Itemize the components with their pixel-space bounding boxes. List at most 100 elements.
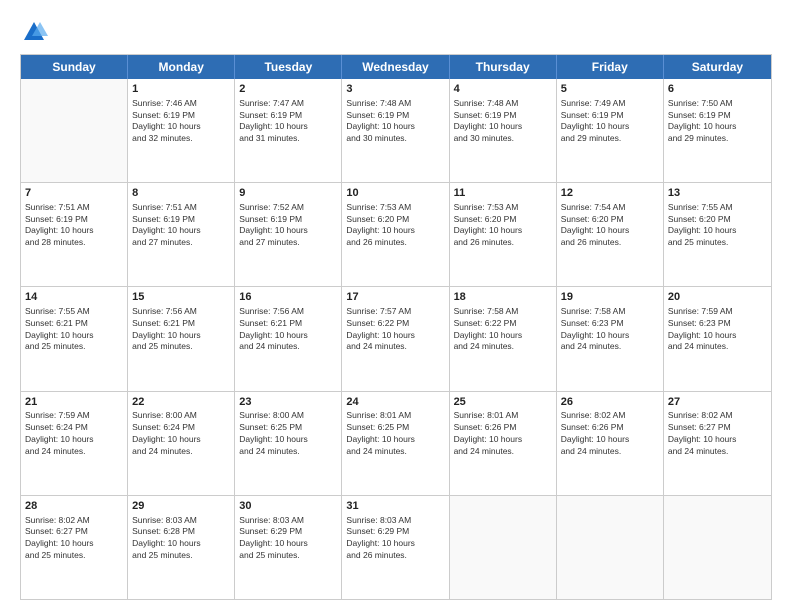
day-number: 8 (132, 186, 230, 201)
header (20, 18, 772, 46)
cell-info: Sunrise: 7:50 AM Sunset: 6:19 PM Dayligh… (668, 98, 767, 145)
day-number: 1 (132, 82, 230, 97)
weekday-header-friday: Friday (557, 55, 664, 79)
cal-cell: 29Sunrise: 8:03 AM Sunset: 6:28 PM Dayli… (128, 496, 235, 599)
cell-info: Sunrise: 8:01 AM Sunset: 6:26 PM Dayligh… (454, 410, 552, 457)
cal-cell: 17Sunrise: 7:57 AM Sunset: 6:22 PM Dayli… (342, 287, 449, 390)
cal-cell (450, 496, 557, 599)
cal-row-1: 7Sunrise: 7:51 AM Sunset: 6:19 PM Daylig… (21, 182, 771, 286)
cell-info: Sunrise: 7:58 AM Sunset: 6:22 PM Dayligh… (454, 306, 552, 353)
day-number: 24 (346, 395, 444, 410)
cell-info: Sunrise: 7:56 AM Sunset: 6:21 PM Dayligh… (239, 306, 337, 353)
cal-cell: 18Sunrise: 7:58 AM Sunset: 6:22 PM Dayli… (450, 287, 557, 390)
day-number: 15 (132, 290, 230, 305)
weekday-header-saturday: Saturday (664, 55, 771, 79)
day-number: 6 (668, 82, 767, 97)
day-number: 13 (668, 186, 767, 201)
cell-info: Sunrise: 8:02 AM Sunset: 6:27 PM Dayligh… (668, 410, 767, 457)
day-number: 30 (239, 499, 337, 514)
weekday-header-wednesday: Wednesday (342, 55, 449, 79)
day-number: 3 (346, 82, 444, 97)
day-number: 31 (346, 499, 444, 514)
cal-cell: 31Sunrise: 8:03 AM Sunset: 6:29 PM Dayli… (342, 496, 449, 599)
cal-row-4: 28Sunrise: 8:02 AM Sunset: 6:27 PM Dayli… (21, 495, 771, 599)
weekday-header-sunday: Sunday (21, 55, 128, 79)
day-number: 2 (239, 82, 337, 97)
weekday-header-tuesday: Tuesday (235, 55, 342, 79)
day-number: 17 (346, 290, 444, 305)
cell-info: Sunrise: 8:02 AM Sunset: 6:27 PM Dayligh… (25, 515, 123, 562)
cell-info: Sunrise: 7:53 AM Sunset: 6:20 PM Dayligh… (346, 202, 444, 249)
day-number: 21 (25, 395, 123, 410)
cal-cell: 11Sunrise: 7:53 AM Sunset: 6:20 PM Dayli… (450, 183, 557, 286)
cal-cell: 27Sunrise: 8:02 AM Sunset: 6:27 PM Dayli… (664, 392, 771, 495)
logo-icon (20, 18, 48, 46)
cal-cell: 3Sunrise: 7:48 AM Sunset: 6:19 PM Daylig… (342, 79, 449, 182)
cell-info: Sunrise: 7:47 AM Sunset: 6:19 PM Dayligh… (239, 98, 337, 145)
cal-cell: 16Sunrise: 7:56 AM Sunset: 6:21 PM Dayli… (235, 287, 342, 390)
cell-info: Sunrise: 7:48 AM Sunset: 6:19 PM Dayligh… (346, 98, 444, 145)
cell-info: Sunrise: 7:59 AM Sunset: 6:24 PM Dayligh… (25, 410, 123, 457)
day-number: 25 (454, 395, 552, 410)
cell-info: Sunrise: 8:03 AM Sunset: 6:29 PM Dayligh… (346, 515, 444, 562)
cell-info: Sunrise: 7:51 AM Sunset: 6:19 PM Dayligh… (132, 202, 230, 249)
calendar-header: SundayMondayTuesdayWednesdayThursdayFrid… (21, 55, 771, 79)
day-number: 18 (454, 290, 552, 305)
cal-cell: 10Sunrise: 7:53 AM Sunset: 6:20 PM Dayli… (342, 183, 449, 286)
cal-cell (557, 496, 664, 599)
cal-row-3: 21Sunrise: 7:59 AM Sunset: 6:24 PM Dayli… (21, 391, 771, 495)
cell-info: Sunrise: 7:49 AM Sunset: 6:19 PM Dayligh… (561, 98, 659, 145)
cell-info: Sunrise: 7:54 AM Sunset: 6:20 PM Dayligh… (561, 202, 659, 249)
weekday-header-monday: Monday (128, 55, 235, 79)
day-number: 5 (561, 82, 659, 97)
cal-cell: 26Sunrise: 8:02 AM Sunset: 6:26 PM Dayli… (557, 392, 664, 495)
cell-info: Sunrise: 7:58 AM Sunset: 6:23 PM Dayligh… (561, 306, 659, 353)
cal-cell (21, 79, 128, 182)
cell-info: Sunrise: 7:55 AM Sunset: 6:21 PM Dayligh… (25, 306, 123, 353)
calendar-body: 1Sunrise: 7:46 AM Sunset: 6:19 PM Daylig… (21, 79, 771, 599)
cell-info: Sunrise: 7:46 AM Sunset: 6:19 PM Dayligh… (132, 98, 230, 145)
day-number: 22 (132, 395, 230, 410)
cell-info: Sunrise: 7:57 AM Sunset: 6:22 PM Dayligh… (346, 306, 444, 353)
cal-cell: 6Sunrise: 7:50 AM Sunset: 6:19 PM Daylig… (664, 79, 771, 182)
cal-row-0: 1Sunrise: 7:46 AM Sunset: 6:19 PM Daylig… (21, 79, 771, 182)
day-number: 4 (454, 82, 552, 97)
cell-info: Sunrise: 8:03 AM Sunset: 6:28 PM Dayligh… (132, 515, 230, 562)
cell-info: Sunrise: 8:00 AM Sunset: 6:25 PM Dayligh… (239, 410, 337, 457)
cell-info: Sunrise: 8:00 AM Sunset: 6:24 PM Dayligh… (132, 410, 230, 457)
cal-cell: 30Sunrise: 8:03 AM Sunset: 6:29 PM Dayli… (235, 496, 342, 599)
cal-cell: 1Sunrise: 7:46 AM Sunset: 6:19 PM Daylig… (128, 79, 235, 182)
cell-info: Sunrise: 7:48 AM Sunset: 6:19 PM Dayligh… (454, 98, 552, 145)
day-number: 12 (561, 186, 659, 201)
cal-cell: 24Sunrise: 8:01 AM Sunset: 6:25 PM Dayli… (342, 392, 449, 495)
cal-cell: 14Sunrise: 7:55 AM Sunset: 6:21 PM Dayli… (21, 287, 128, 390)
cal-cell: 25Sunrise: 8:01 AM Sunset: 6:26 PM Dayli… (450, 392, 557, 495)
day-number: 11 (454, 186, 552, 201)
cal-cell: 8Sunrise: 7:51 AM Sunset: 6:19 PM Daylig… (128, 183, 235, 286)
logo (20, 18, 53, 46)
cell-info: Sunrise: 8:03 AM Sunset: 6:29 PM Dayligh… (239, 515, 337, 562)
cal-cell: 20Sunrise: 7:59 AM Sunset: 6:23 PM Dayli… (664, 287, 771, 390)
cal-cell: 23Sunrise: 8:00 AM Sunset: 6:25 PM Dayli… (235, 392, 342, 495)
cell-info: Sunrise: 8:01 AM Sunset: 6:25 PM Dayligh… (346, 410, 444, 457)
cal-row-2: 14Sunrise: 7:55 AM Sunset: 6:21 PM Dayli… (21, 286, 771, 390)
weekday-header-thursday: Thursday (450, 55, 557, 79)
day-number: 16 (239, 290, 337, 305)
day-number: 14 (25, 290, 123, 305)
cal-cell: 2Sunrise: 7:47 AM Sunset: 6:19 PM Daylig… (235, 79, 342, 182)
cal-cell: 12Sunrise: 7:54 AM Sunset: 6:20 PM Dayli… (557, 183, 664, 286)
cell-info: Sunrise: 7:55 AM Sunset: 6:20 PM Dayligh… (668, 202, 767, 249)
cell-info: Sunrise: 7:59 AM Sunset: 6:23 PM Dayligh… (668, 306, 767, 353)
day-number: 20 (668, 290, 767, 305)
cell-info: Sunrise: 7:56 AM Sunset: 6:21 PM Dayligh… (132, 306, 230, 353)
day-number: 10 (346, 186, 444, 201)
page: SundayMondayTuesdayWednesdayThursdayFrid… (0, 0, 792, 612)
day-number: 19 (561, 290, 659, 305)
cal-cell: 9Sunrise: 7:52 AM Sunset: 6:19 PM Daylig… (235, 183, 342, 286)
cal-cell: 4Sunrise: 7:48 AM Sunset: 6:19 PM Daylig… (450, 79, 557, 182)
day-number: 7 (25, 186, 123, 201)
cal-cell: 22Sunrise: 8:00 AM Sunset: 6:24 PM Dayli… (128, 392, 235, 495)
cal-cell: 28Sunrise: 8:02 AM Sunset: 6:27 PM Dayli… (21, 496, 128, 599)
day-number: 27 (668, 395, 767, 410)
cell-info: Sunrise: 7:51 AM Sunset: 6:19 PM Dayligh… (25, 202, 123, 249)
